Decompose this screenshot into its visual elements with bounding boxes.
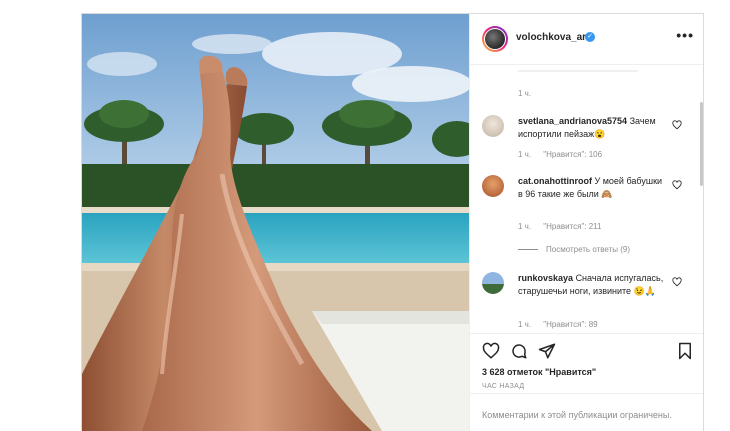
more-options-icon[interactable]: ••• (676, 27, 694, 43)
post-actions: 3 628 отметок "Нравится" ЧАС НАЗАД (470, 333, 703, 394)
comment-meta: 1 ч. "Нравится": 89 (518, 320, 608, 329)
comment-time: 1 ч. (518, 222, 532, 231)
post-side-panel: volochkova_art ✓ ••• 1 ч. svetlana_andri… (469, 14, 703, 431)
comments-scrollbar[interactable] (700, 102, 703, 186)
comment-username[interactable]: runkovskaya (518, 273, 573, 283)
likes-count[interactable]: 3 628 отметок "Нравится" (482, 367, 596, 377)
view-replies-label: Посмотреть ответы (9) (546, 245, 631, 254)
view-replies-link[interactable]: Посмотреть ответы (9) (518, 245, 630, 254)
comment-username[interactable]: svetlana_andrianova5754 (518, 116, 627, 126)
comment-heart-icon[interactable] (672, 120, 682, 130)
comment-text: cat.onahottinroof У моей бабушки в 96 та… (518, 175, 668, 201)
comment-time: 1 ч. (518, 150, 532, 159)
comment-meta: 1 ч. "Нравится": 211 (518, 222, 611, 231)
comment-time: 1 ч. (518, 320, 532, 329)
truncated-comment (518, 70, 638, 72)
comment-icon[interactable] (510, 342, 528, 360)
comment-likes[interactable]: "Нравится": 106 (543, 150, 602, 159)
comment-likes[interactable]: "Нравится": 89 (543, 320, 597, 329)
comment-time: 1 ч. (518, 89, 532, 98)
author-avatar[interactable] (482, 26, 508, 52)
post-photo[interactable] (82, 14, 469, 431)
share-icon[interactable] (538, 342, 556, 360)
comment-meta: 1 ч. "Нравится": 106 (518, 150, 612, 159)
heart-icon[interactable] (482, 342, 500, 360)
comment-avatar[interactable] (482, 115, 504, 137)
author-username[interactable]: volochkova_art (516, 32, 589, 43)
comment-username[interactable]: cat.onahottinroof (518, 176, 592, 186)
post-card: volochkova_art ✓ ••• 1 ч. svetlana_andri… (81, 13, 704, 431)
comment-text: runkovskaya Сначала испугалась, старушеч… (518, 272, 668, 298)
comment-avatar[interactable] (482, 272, 504, 294)
verified-badge-icon: ✓ (585, 32, 595, 42)
comment-heart-icon[interactable] (672, 180, 682, 190)
restricted-text: Комментарии к этой публикации ограничены… (482, 410, 672, 420)
post-header: volochkova_art ✓ ••• (470, 14, 703, 65)
comments-list[interactable]: 1 ч. svetlana_andrianova5754 Зачем испор… (470, 65, 703, 333)
comment-text: svetlana_andrianova5754 Зачем испортили … (518, 115, 668, 141)
comment-heart-icon[interactable] (672, 277, 682, 287)
post-time: ЧАС НАЗАД (482, 383, 525, 390)
comment-likes[interactable]: "Нравится": 211 (543, 222, 601, 231)
comments-restricted-notice: Комментарии к этой публикации ограничены… (470, 393, 703, 431)
post-image (82, 14, 469, 431)
comment-avatar[interactable] (482, 175, 504, 197)
bookmark-icon[interactable] (676, 342, 694, 360)
